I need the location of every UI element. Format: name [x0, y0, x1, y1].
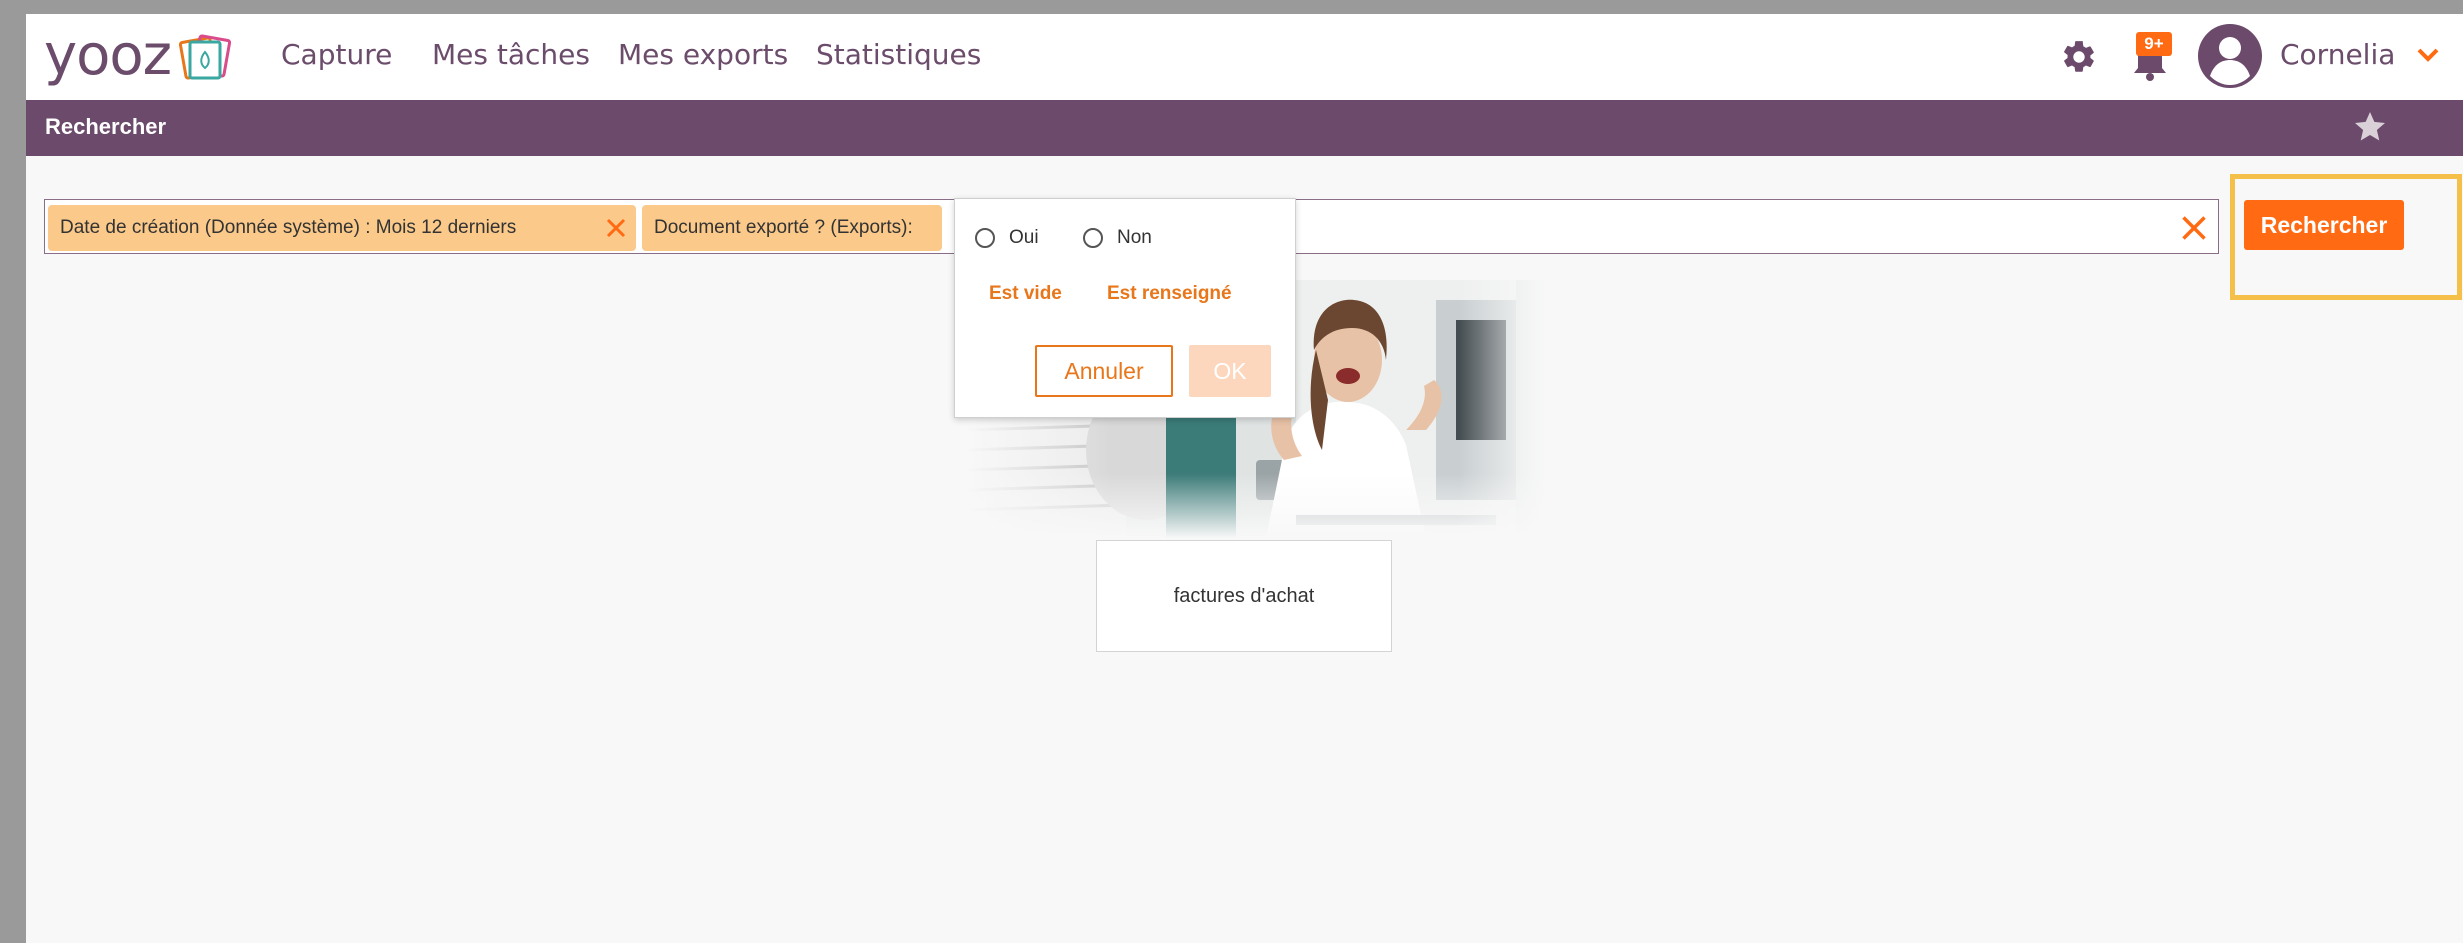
- radio-circle-icon[interactable]: [1083, 228, 1103, 248]
- nav-mes-exports[interactable]: Mes exports: [618, 38, 788, 72]
- close-icon[interactable]: [604, 216, 628, 240]
- radio-label: Non: [1117, 227, 1152, 248]
- cancel-button[interactable]: Annuler: [1035, 345, 1173, 397]
- document-type-card[interactable]: factures d'achat: [1096, 540, 1392, 652]
- app-window: yooz Capture Mes tâches Mes exports Stat…: [26, 14, 2463, 943]
- radio-circle-icon[interactable]: [975, 228, 995, 248]
- nav-statistiques[interactable]: Statistiques: [816, 38, 981, 72]
- nav-mes-taches[interactable]: Mes tâches: [432, 38, 590, 72]
- filter-chip-document-exporte[interactable]: Document exporté ? (Exports):: [642, 205, 942, 251]
- ok-button[interactable]: OK: [1189, 345, 1271, 397]
- yooz-cards-icon: [179, 34, 232, 80]
- nav-capture[interactable]: Capture: [281, 38, 392, 72]
- logo-text: yooz: [44, 23, 172, 88]
- filter-chip-date-creation[interactable]: Date de création (Donnée système) : Mois…: [48, 205, 636, 251]
- radio-oui[interactable]: Oui: [975, 223, 1039, 253]
- search-button[interactable]: Rechercher: [2244, 200, 2404, 250]
- gear-icon[interactable]: [2060, 38, 2098, 76]
- filter-dropdown-panel: Oui Non Est vide Est renseigné Annuler O…: [954, 198, 1296, 418]
- link-est-renseigne[interactable]: Est renseigné: [1107, 281, 1232, 307]
- yooz-logo[interactable]: yooz: [44, 23, 232, 88]
- page-title: Rechercher: [45, 114, 167, 139]
- user-name[interactable]: Cornelia: [2280, 38, 2395, 72]
- chip-label: Date de création (Donnée système) : Mois…: [60, 217, 517, 238]
- clear-search-icon[interactable]: [2180, 214, 2208, 242]
- radio-non[interactable]: Non: [1083, 223, 1152, 253]
- star-icon[interactable]: [2352, 109, 2388, 145]
- notification-badge: 9+: [2136, 32, 2172, 56]
- radio-label: Oui: [1009, 227, 1039, 248]
- user-avatar-icon[interactable]: [2196, 22, 2264, 90]
- chevron-down-icon[interactable]: [2416, 44, 2440, 66]
- chip-label: Document exporté ? (Exports):: [654, 217, 913, 238]
- top-navigation: yooz Capture Mes tâches Mes exports Stat…: [26, 14, 2463, 100]
- page-header-bar: Rechercher: [26, 100, 2463, 156]
- link-est-vide[interactable]: Est vide: [989, 281, 1062, 307]
